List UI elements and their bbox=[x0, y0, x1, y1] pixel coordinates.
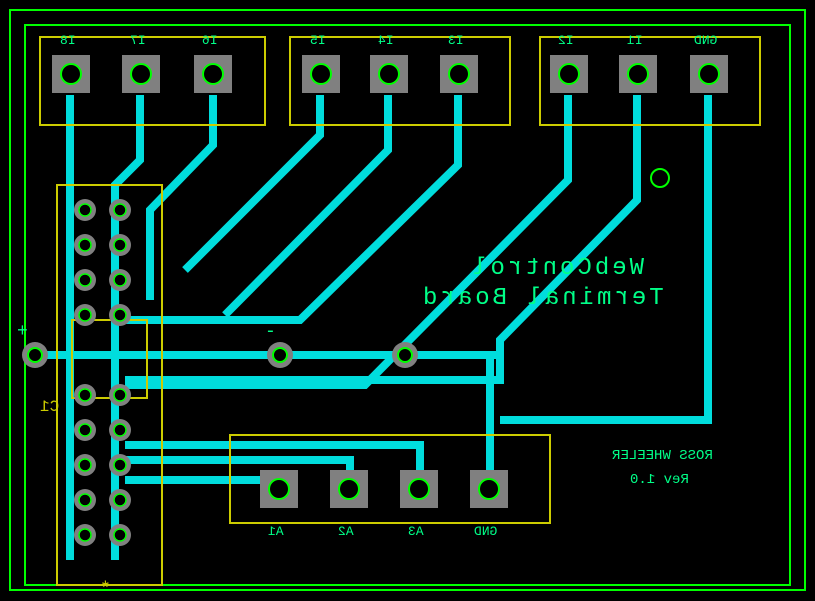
author: ROSS WHEELER bbox=[612, 448, 713, 464]
label-i4: I4 bbox=[378, 33, 394, 48]
label-i7: I7 bbox=[130, 33, 146, 48]
label-a2: A2 bbox=[338, 524, 354, 539]
label-i6: I6 bbox=[202, 33, 218, 48]
label-i8: I8 bbox=[60, 33, 76, 48]
pcb-svg bbox=[0, 0, 815, 600]
pcb-board: I8 I7 I6 I5 I4 I3 I2 I1 GND A1 A2 A3 GND… bbox=[0, 0, 815, 600]
revision: Rev 1.0 bbox=[630, 472, 689, 488]
label-i3: I3 bbox=[448, 33, 464, 48]
label-a3: A3 bbox=[408, 524, 424, 539]
star-label: * bbox=[100, 580, 111, 600]
title-line1: WebControl bbox=[470, 255, 644, 282]
label-i5: I5 bbox=[310, 33, 326, 48]
traces bbox=[30, 95, 708, 560]
label-gnd-top: GND bbox=[694, 33, 717, 48]
title-line2: Terminal Board bbox=[420, 285, 664, 312]
label-gnd-bottom: GND bbox=[474, 524, 497, 539]
label-i2: I2 bbox=[558, 33, 574, 48]
label-i1: I1 bbox=[627, 33, 643, 48]
cap-label: C1 bbox=[40, 398, 59, 416]
label-a1: A1 bbox=[268, 524, 284, 539]
header-pads bbox=[74, 199, 131, 546]
polarity-plus: + bbox=[17, 322, 28, 342]
polarity-minus: - bbox=[265, 322, 276, 342]
